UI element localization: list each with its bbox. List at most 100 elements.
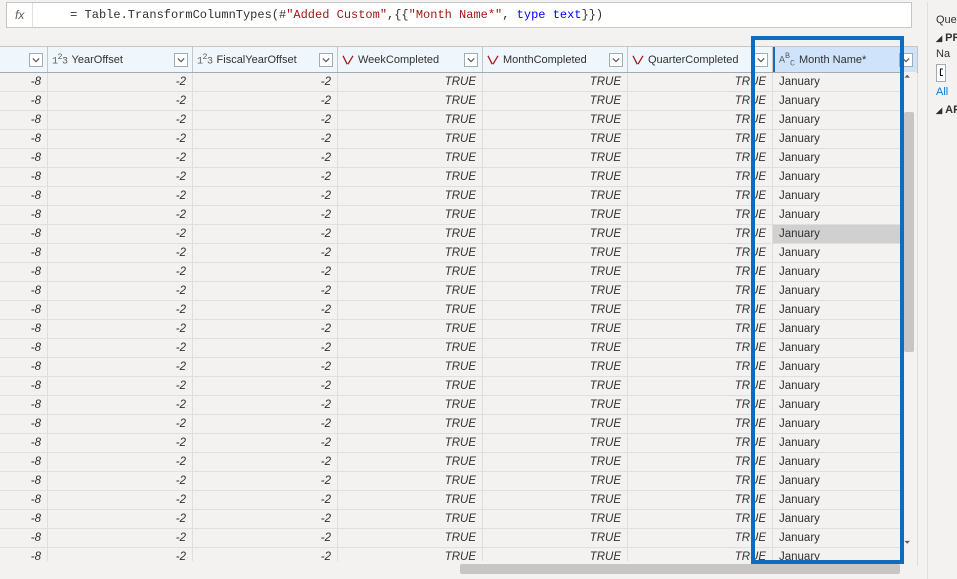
cell-month-completed[interactable]: TRUE	[483, 453, 628, 471]
chevron-down-icon[interactable]	[899, 53, 913, 67]
header-fiscal-year-offset[interactable]: 123 FiscalYearOffset	[193, 47, 338, 72]
header-month-completed[interactable]: MonthCompleted	[483, 47, 628, 72]
cell-week-completed[interactable]: TRUE	[338, 225, 483, 243]
cell-month-name[interactable]: January	[773, 491, 918, 509]
cell-fiscal-year-offset[interactable]: -2	[193, 529, 338, 547]
cell-week-completed[interactable]: TRUE	[338, 472, 483, 490]
cell-month-name[interactable]: January	[773, 301, 918, 319]
cell-month-completed[interactable]: TRUE	[483, 244, 628, 262]
cell-quarter-completed[interactable]: TRUE	[628, 263, 773, 281]
cell-week-completed[interactable]: TRUE	[338, 339, 483, 357]
cell-week-completed[interactable]: TRUE	[338, 320, 483, 338]
cell-fiscal-year-offset[interactable]: -2	[193, 92, 338, 110]
cell-week-completed[interactable]: TRUE	[338, 434, 483, 452]
cell-week-completed[interactable]: TRUE	[338, 491, 483, 509]
table-row[interactable]: -8-2-2TRUETRUETRUEJanuary	[0, 225, 918, 244]
cell-year-offset-partial[interactable]: -8	[0, 244, 48, 262]
scrollbar-thumb[interactable]	[904, 112, 914, 352]
cell-year-offset[interactable]: -2	[48, 320, 193, 338]
cell-fiscal-year-offset[interactable]: -2	[193, 320, 338, 338]
cell-month-name[interactable]: January	[773, 130, 918, 148]
cell-month-name[interactable]: January	[773, 206, 918, 224]
table-row[interactable]: -8-2-2TRUETRUETRUEJanuary	[0, 73, 918, 92]
cell-month-name[interactable]: January	[773, 453, 918, 471]
cell-month-completed[interactable]: TRUE	[483, 377, 628, 395]
table-row[interactable]: -8-2-2TRUETRUETRUEJanuary	[0, 491, 918, 510]
properties-section-head[interactable]: ◢PR	[936, 32, 957, 44]
header-month-name[interactable]: ABC Month Name*	[773, 47, 918, 72]
cell-year-offset[interactable]: -2	[48, 491, 193, 509]
cell-month-name[interactable]: January	[773, 187, 918, 205]
formula-bar[interactable]: fx = Table.TransformColumnTypes(#"Added …	[6, 2, 912, 28]
cell-year-offset[interactable]: -2	[48, 168, 193, 186]
cell-week-completed[interactable]: TRUE	[338, 358, 483, 376]
cell-quarter-completed[interactable]: TRUE	[628, 244, 773, 262]
cell-year-offset[interactable]: -2	[48, 396, 193, 414]
table-row[interactable]: -8-2-2TRUETRUETRUEJanuary	[0, 434, 918, 453]
cell-month-name[interactable]: January	[773, 339, 918, 357]
cell-year-offset-partial[interactable]: -8	[0, 282, 48, 300]
table-row[interactable]: -8-2-2TRUETRUETRUEJanuary	[0, 168, 918, 187]
cell-month-name[interactable]: January	[773, 472, 918, 490]
cell-month-name[interactable]: January	[773, 168, 918, 186]
chevron-down-icon[interactable]	[174, 53, 188, 67]
cell-month-name[interactable]: January	[773, 529, 918, 547]
cell-month-completed[interactable]: TRUE	[483, 434, 628, 452]
cell-year-offset[interactable]: -2	[48, 472, 193, 490]
cell-month-name[interactable]: January	[773, 434, 918, 452]
cell-year-offset-partial[interactable]: -8	[0, 111, 48, 129]
cell-quarter-completed[interactable]: TRUE	[628, 472, 773, 490]
cell-month-name[interactable]: January	[773, 415, 918, 433]
cell-fiscal-year-offset[interactable]: -2	[193, 206, 338, 224]
cell-quarter-completed[interactable]: TRUE	[628, 320, 773, 338]
cell-year-offset-partial[interactable]: -8	[0, 206, 48, 224]
cell-year-offset[interactable]: -2	[48, 225, 193, 243]
cell-quarter-completed[interactable]: TRUE	[628, 510, 773, 528]
table-row[interactable]: -8-2-2TRUETRUETRUEJanuary	[0, 301, 918, 320]
cell-week-completed[interactable]: TRUE	[338, 529, 483, 547]
table-row[interactable]: -8-2-2TRUETRUETRUEJanuary	[0, 187, 918, 206]
cell-quarter-completed[interactable]: TRUE	[628, 111, 773, 129]
cell-year-offset-partial[interactable]: -8	[0, 301, 48, 319]
cell-month-name[interactable]: January	[773, 263, 918, 281]
cell-month-completed[interactable]: TRUE	[483, 415, 628, 433]
cell-year-offset-partial[interactable]: -8	[0, 491, 48, 509]
cell-year-offset[interactable]: -2	[48, 92, 193, 110]
cell-quarter-completed[interactable]: TRUE	[628, 92, 773, 110]
cell-fiscal-year-offset[interactable]: -2	[193, 491, 338, 509]
table-row[interactable]: -8-2-2TRUETRUETRUEJanuary	[0, 396, 918, 415]
cell-month-completed[interactable]: TRUE	[483, 282, 628, 300]
cell-month-name[interactable]: January	[773, 510, 918, 528]
cell-month-name[interactable]: January	[773, 92, 918, 110]
table-row[interactable]: -8-2-2TRUETRUETRUEJanuary	[0, 149, 918, 168]
cell-year-offset[interactable]: -2	[48, 301, 193, 319]
chevron-down-icon[interactable]	[754, 53, 768, 67]
table-row[interactable]: -8-2-2TRUETRUETRUEJanuary	[0, 339, 918, 358]
cell-quarter-completed[interactable]: TRUE	[628, 396, 773, 414]
cell-month-completed[interactable]: TRUE	[483, 149, 628, 167]
cell-year-offset-partial[interactable]: -8	[0, 73, 48, 91]
formula-text[interactable]: = Table.TransformColumnTypes(#"Added Cus…	[33, 0, 611, 36]
header-year-offset[interactable]: 123 YearOffset	[48, 47, 193, 72]
chevron-down-icon[interactable]	[464, 53, 478, 67]
horizontal-scrollbar[interactable]	[0, 561, 904, 577]
cell-quarter-completed[interactable]: TRUE	[628, 149, 773, 167]
cell-month-completed[interactable]: TRUE	[483, 263, 628, 281]
cell-quarter-completed[interactable]: TRUE	[628, 377, 773, 395]
cell-month-completed[interactable]: TRUE	[483, 510, 628, 528]
cell-year-offset-partial[interactable]: -8	[0, 396, 48, 414]
cell-week-completed[interactable]: TRUE	[338, 377, 483, 395]
cell-year-offset-partial[interactable]: -8	[0, 510, 48, 528]
cell-year-offset[interactable]: -2	[48, 453, 193, 471]
header-quarter-completed[interactable]: QuarterCompleted	[628, 47, 773, 72]
cell-quarter-completed[interactable]: TRUE	[628, 453, 773, 471]
cell-week-completed[interactable]: TRUE	[338, 206, 483, 224]
applied-steps-head[interactable]: ◢AP	[936, 104, 957, 116]
cell-month-completed[interactable]: TRUE	[483, 111, 628, 129]
cell-week-completed[interactable]: TRUE	[338, 130, 483, 148]
cell-week-completed[interactable]: TRUE	[338, 92, 483, 110]
cell-year-offset[interactable]: -2	[48, 434, 193, 452]
cell-fiscal-year-offset[interactable]: -2	[193, 434, 338, 452]
table-row[interactable]: -8-2-2TRUETRUETRUEJanuary	[0, 130, 918, 149]
cell-year-offset[interactable]: -2	[48, 510, 193, 528]
